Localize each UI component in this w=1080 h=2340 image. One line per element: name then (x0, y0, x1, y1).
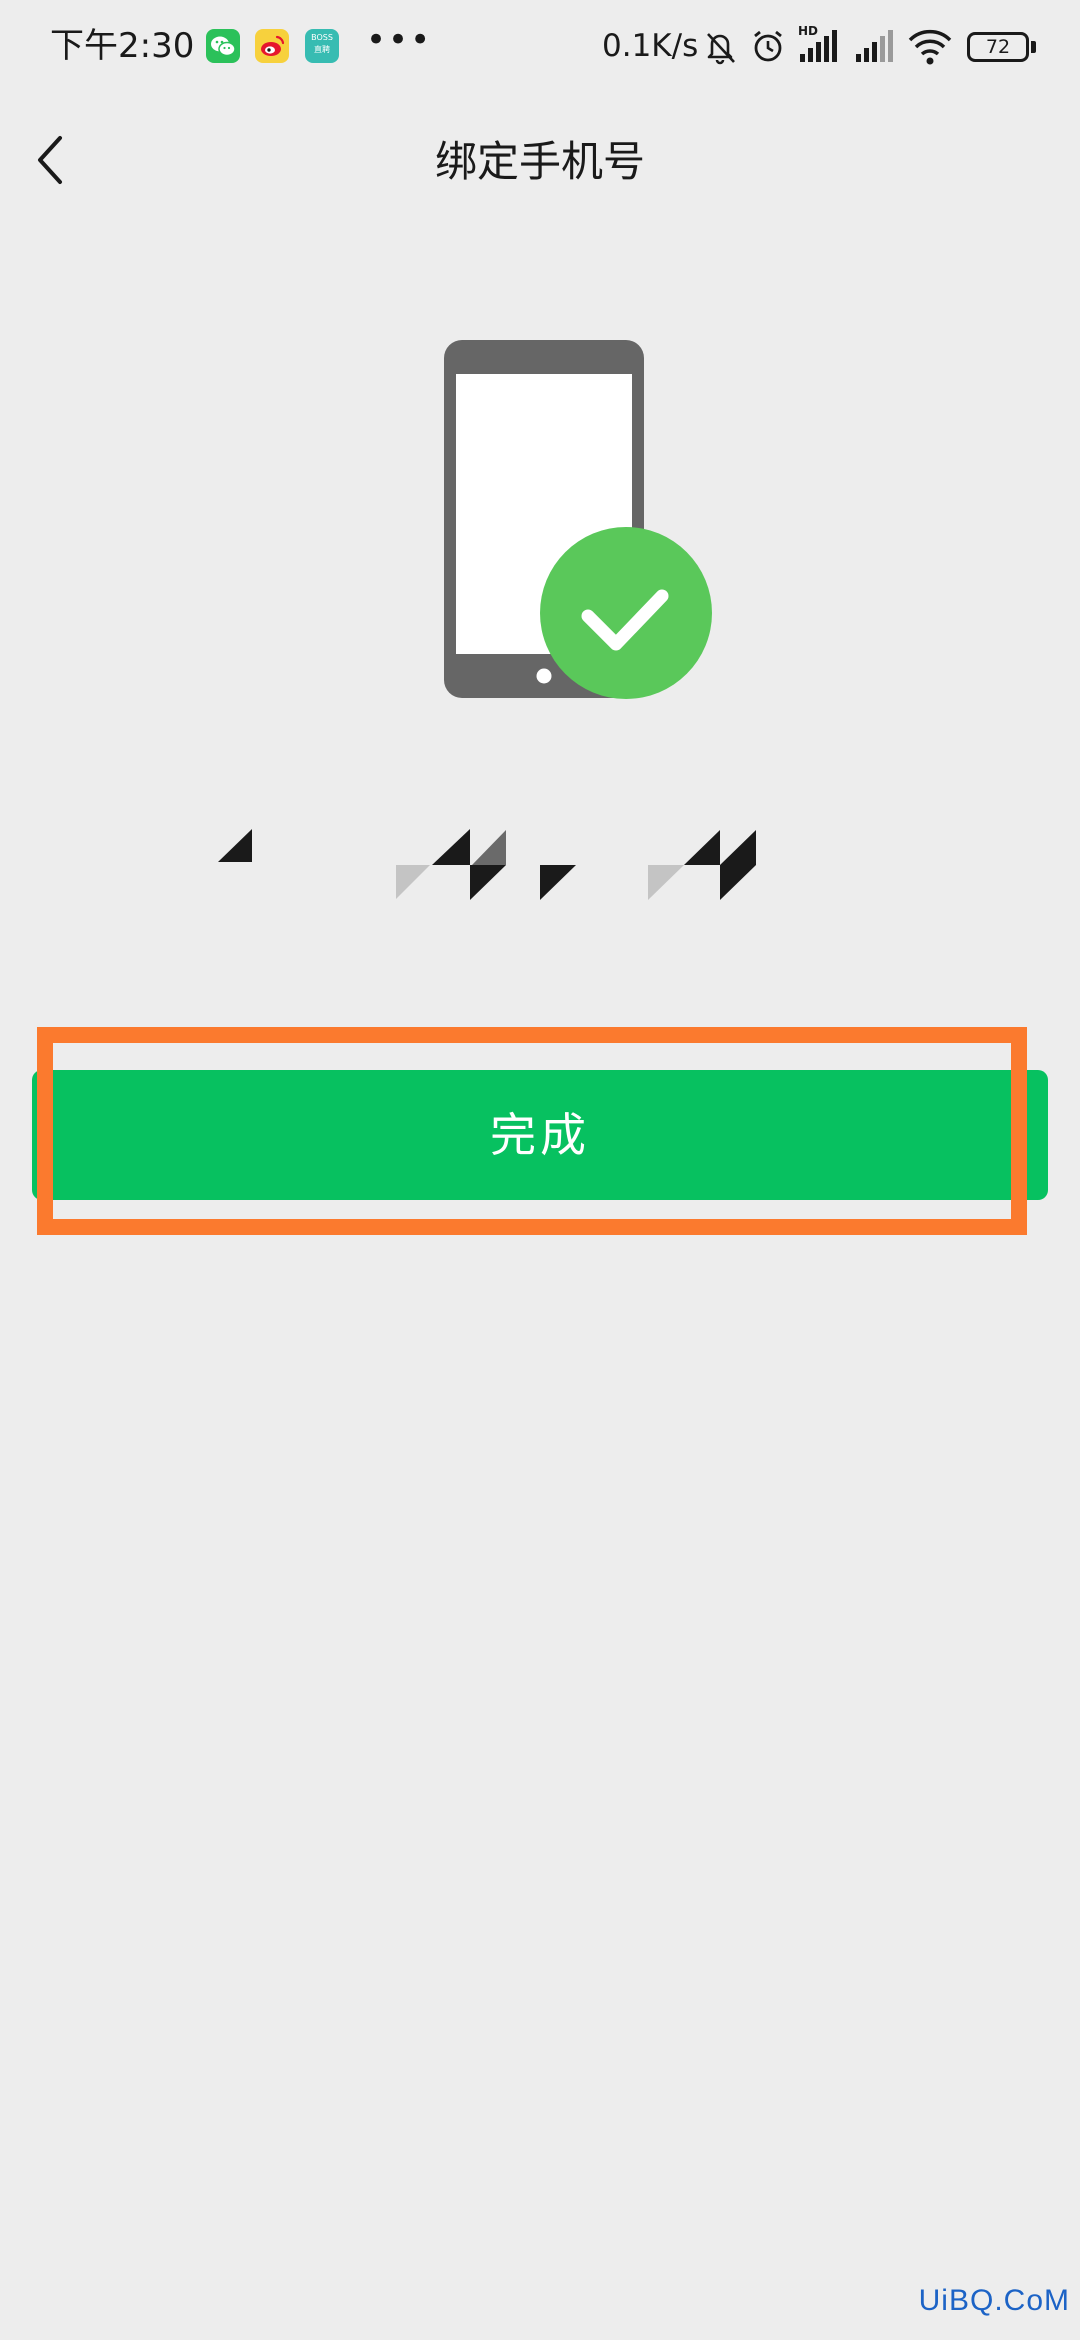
bell-off-icon (700, 26, 740, 70)
weibo-icon (255, 29, 289, 63)
alarm-icon (748, 26, 788, 70)
watermark: UiBQ.CoM (918, 2284, 1070, 2317)
battery-tip (1031, 41, 1036, 53)
status-bar: 下午2:30 BOSS 直聘 ••• 0.1K/s HD 72 (0, 0, 1080, 100)
network-speed: 0.1K/s (602, 28, 699, 64)
signal-icon (852, 24, 896, 70)
done-button[interactable]: 完成 (32, 1070, 1048, 1200)
battery-icon: 72 (967, 32, 1029, 62)
signal-hd-label: HD (798, 24, 818, 38)
signal-hd-icon: HD (796, 24, 840, 70)
boss-app-label: BOSS 直聘 (311, 33, 333, 54)
wifi-icon (906, 26, 954, 72)
page-title: 绑定手机号 (434, 137, 645, 186)
phone-bound-illustration (440, 336, 720, 706)
more-notifications-icon: ••• (366, 20, 433, 60)
status-time: 下午2:30 (50, 26, 195, 66)
mosaic-mask (218, 829, 756, 900)
battery-level: 72 (985, 36, 1011, 58)
check-circle-icon (540, 527, 712, 699)
wechat-icon (206, 29, 240, 63)
boss-zhipin-icon: BOSS 直聘 (305, 29, 339, 63)
